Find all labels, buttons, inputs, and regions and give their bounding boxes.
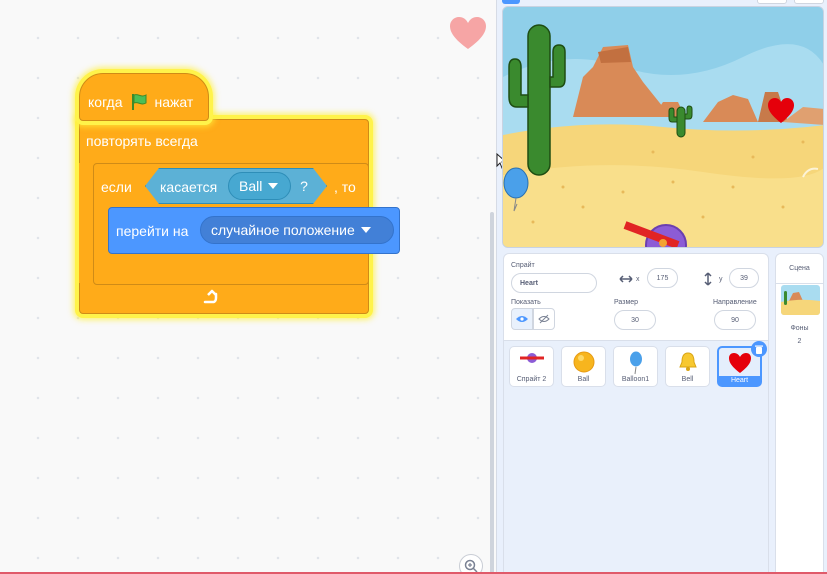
show-label: Показать [511,299,541,306]
sprite-label: Спрайт [511,262,535,269]
touching-target-dropdown[interactable]: Ball [228,172,291,200]
bell-icon [678,352,697,371]
stage-canvas[interactable] [502,6,824,248]
eye-slash-icon [538,314,550,324]
zoom-in-icon [464,559,478,573]
hide-sprite-button[interactable] [533,308,555,330]
balloon-icon [629,351,642,375]
sprite-name-field[interactable]: Heart [511,273,597,293]
goto-target-dropdown[interactable]: случайное положение [200,216,394,244]
y-arrows-icon [704,272,712,286]
fullscreen-button[interactable] [794,0,824,4]
direction-label: Направление [713,299,757,306]
chevron-down-icon [360,227,371,233]
sprite-tile-bell[interactable]: Bell [665,346,710,387]
trash-icon [755,345,763,354]
sprite-heart-icon [450,17,486,49]
stage-header-buttons [502,0,824,5]
size-field[interactable]: 30 [614,310,656,330]
small-stage-button[interactable] [502,0,520,4]
sprite-tile-ball[interactable]: Ball [561,346,606,387]
show-sprite-button[interactable] [511,308,533,330]
stage-size-button[interactable] [757,0,787,4]
sprite-tile-sprite2[interactable]: Спрайт 2 [509,346,554,387]
y-label: y [719,276,723,283]
y-field[interactable]: 39 [729,268,759,288]
x-label: x [636,276,640,283]
if-label: если [101,179,132,195]
hat-when-label: когда [88,94,123,110]
forever-label: повторять всегда [86,133,198,149]
code-area-scrollbar[interactable] [490,212,494,574]
backdrop-thumbnail [781,285,820,315]
sprite-tile-balloon1[interactable]: Balloon1 [613,346,658,387]
direction-field[interactable]: 90 [714,310,756,330]
hat-clicked-label: нажат [154,94,194,110]
desert-backdrop [503,7,823,247]
loop-arrow-icon [203,289,218,304]
green-flag-icon [131,94,147,110]
goto-label: перейти на [116,223,189,239]
chevron-down-icon [268,183,279,189]
stage-selector-panel[interactable]: Сцена Фоны 2 [775,253,824,574]
backdrops-count: 2 [797,338,802,345]
code-area[interactable]: повторять всегда если , то касается Ball… [0,0,497,574]
touching-label: касается [160,179,218,195]
ball-icon [573,351,594,373]
touching-target-value: Ball [239,178,263,194]
eye-icon [516,316,528,322]
goto-target-value: случайное положение [211,222,355,238]
heart-icon [728,353,751,373]
x-arrows-icon [619,275,633,283]
x-field[interactable]: 175 [647,268,678,288]
backdrops-label: Фоны [790,325,809,332]
size-label: Размер [614,299,639,306]
zoom-in-button[interactable] [459,554,483,574]
stage-panel-title: Сцена [776,254,823,284]
when-flag-clicked-block[interactable]: когда нажат [79,73,209,121]
question-mark: ? [300,178,308,194]
sprite2-icon [519,353,544,363]
delete-sprite-button[interactable] [751,341,767,357]
then-label: , то [334,179,356,195]
